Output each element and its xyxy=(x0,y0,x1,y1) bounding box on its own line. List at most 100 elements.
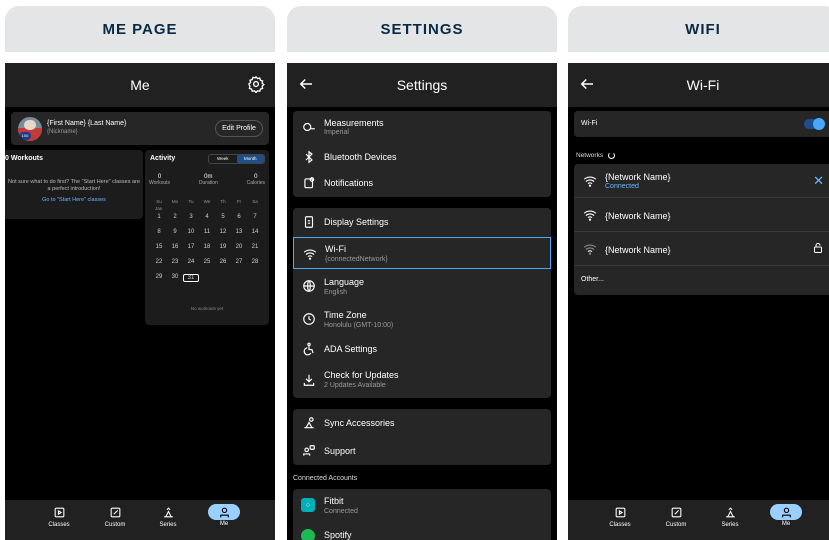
close-icon[interactable]: ✕ xyxy=(813,173,824,189)
period-toggle: Week Month xyxy=(208,154,265,164)
stat-calories: 0 Calories xyxy=(246,174,265,186)
settings-screen: Settings Measurements Imperial Bluetooth… xyxy=(287,63,557,540)
me-icon xyxy=(219,507,229,517)
display-settings-row[interactable]: Display Settings xyxy=(293,208,551,236)
back-arrow-icon[interactable] xyxy=(578,75,596,93)
nav-me[interactable]: Me xyxy=(202,504,246,527)
gear-icon[interactable] xyxy=(247,75,265,93)
bluetooth-row[interactable]: Bluetooth Devices xyxy=(293,144,551,170)
nav-classes[interactable]: Classes xyxy=(598,506,642,528)
series-icon xyxy=(725,507,735,518)
calendar-day[interactable]: 12 xyxy=(215,229,231,235)
calendar-day[interactable]: 2 xyxy=(167,214,183,220)
accessibility-icon xyxy=(303,342,314,356)
networks-label: Networks xyxy=(576,152,604,160)
back-arrow-icon[interactable] xyxy=(297,75,315,93)
calendar-day[interactable]: 8 xyxy=(151,229,167,235)
wifi-panel: WIFI Wi-Fi Wi-Fi Networks {Network Name}… xyxy=(568,0,829,540)
profile-name: {First Name} {Last Name} xyxy=(47,120,127,127)
settings-group-3: Sync Accessories Support xyxy=(293,409,551,465)
calendar-day[interactable]: 30 xyxy=(167,274,183,282)
nav-classes[interactable]: Classes xyxy=(37,506,81,528)
month-tab[interactable]: Month xyxy=(236,155,264,163)
wifi-icon xyxy=(303,249,317,260)
calendar-day[interactable]: 27 xyxy=(231,259,247,265)
calendar-day[interactable]: 4 xyxy=(199,214,215,220)
language-row[interactable]: Language English xyxy=(293,270,551,302)
nav-series[interactable]: Series xyxy=(146,506,190,528)
calendar-day[interactable]: 11 xyxy=(199,229,215,235)
weekday-label: Th xyxy=(220,199,226,204)
wifi-toggle-switch[interactable] xyxy=(804,118,825,130)
support-row[interactable]: Support xyxy=(293,437,551,465)
weekday-label: Fr xyxy=(236,199,242,204)
time-zone-row[interactable]: Time Zone Honolulu (GMT-10:00) xyxy=(293,303,551,335)
notifications-row[interactable]: Notifications xyxy=(293,170,551,196)
measurements-row[interactable]: Measurements Imperial xyxy=(293,111,551,141)
calendar-day[interactable]: 20 xyxy=(231,244,247,250)
calendar-day[interactable]: 19 xyxy=(215,244,231,250)
bluetooth-icon xyxy=(305,150,313,164)
week-tab[interactable]: Week xyxy=(209,155,237,163)
calendar-day[interactable]: 15 xyxy=(151,244,167,250)
calendar-weekdays: Su Mo Tu We Th Fr Sa xyxy=(151,199,263,204)
activity-title: Activity xyxy=(150,155,176,162)
calendar-day[interactable]: 28 xyxy=(247,259,263,265)
nav-series[interactable]: Series xyxy=(708,506,752,528)
weekday-label: Tu xyxy=(188,199,194,204)
calendar-day[interactable]: 1 xyxy=(151,214,167,220)
calendar-day[interactable]: 9 xyxy=(167,229,183,235)
calendar-day[interactable]: 31 xyxy=(183,274,199,282)
calendar-day[interactable]: 26 xyxy=(215,259,231,265)
workouts-message: Not sure what to do first? The "Start He… xyxy=(8,179,140,192)
wifi-toggle-card: Wi-Fi xyxy=(574,111,829,137)
connected-accounts: ⁘ Fitbit Connected Spotify xyxy=(293,489,551,540)
workouts-card: 0 Workouts Not sure what to do first? Th… xyxy=(5,150,143,219)
spotify-row[interactable]: Spotify xyxy=(293,523,551,540)
calendar-day[interactable]: 17 xyxy=(183,244,199,250)
calendar-day[interactable]: 29 xyxy=(151,274,167,282)
calendar-day[interactable]: 16 xyxy=(167,244,183,250)
network-row[interactable]: {Network Name} xyxy=(574,198,829,232)
network-row-connected[interactable]: {Network Name} Connected ✕ xyxy=(574,164,829,198)
network-row-locked[interactable]: {Network Name} xyxy=(574,232,829,266)
other-network-row[interactable]: Other... xyxy=(574,266,829,295)
calendar-days: 1 2 3 4 5 6 7 8 9 10 11 12 13 14 15 16 17 18 19 20 21 22 23 24 2… xyxy=(151,214,263,282)
avatar[interactable]: 100 xyxy=(18,117,42,141)
calendar-day[interactable]: 22 xyxy=(151,259,167,265)
calendar-day[interactable]: 21 xyxy=(247,244,263,250)
weekday-label: Su xyxy=(156,199,162,204)
settings-panel: SETTINGS Settings Measurements Imperial … xyxy=(287,0,557,540)
nav-me[interactable]: Me xyxy=(764,504,808,527)
calendar-day[interactable]: 13 xyxy=(231,229,247,235)
profile-nickname: {Nickname} xyxy=(47,129,78,135)
classes-icon xyxy=(54,507,64,518)
calendar-day[interactable]: 10 xyxy=(183,229,199,235)
networks-list: {Network Name} Connected ✕ {Network Name… xyxy=(574,164,829,295)
start-here-link[interactable]: Go to "Start Here" classes xyxy=(7,197,141,203)
calendar-day[interactable]: 14 xyxy=(247,229,263,235)
calendar-day[interactable]: 23 xyxy=(167,259,183,265)
edit-profile-button[interactable]: Edit Profile xyxy=(215,120,263,137)
calendar-day[interactable]: 7 xyxy=(247,214,263,220)
calendar-day[interactable]: 5 xyxy=(215,214,231,220)
fitbit-row[interactable]: ⁘ Fitbit Connected xyxy=(293,489,551,521)
calendar-day[interactable]: 24 xyxy=(183,259,199,265)
weekday-label: Sa xyxy=(252,199,258,204)
me-header: Me xyxy=(5,63,275,107)
no-workouts-text: No workouts yet xyxy=(190,306,224,311)
sync-accessories-row[interactable]: Sync Accessories xyxy=(293,409,551,437)
calendar-day[interactable]: 25 xyxy=(199,259,215,265)
nav-custom[interactable]: Custom xyxy=(654,506,698,528)
wifi-screen: Wi-Fi Wi-Fi Networks {Network Name} Conn… xyxy=(568,63,829,540)
bottom-nav: Classes Custom Series Me xyxy=(5,500,275,540)
clock-icon xyxy=(303,313,315,325)
calendar-day[interactable]: 6 xyxy=(231,214,247,220)
connected-accounts-title: Connected Accounts xyxy=(293,475,358,482)
calendar-day[interactable]: 3 xyxy=(183,214,199,220)
ada-settings-row[interactable]: ADA Settings xyxy=(293,336,551,362)
nav-custom[interactable]: Custom xyxy=(93,506,137,528)
wifi-row[interactable]: Wi-Fi {connectedNetwork} xyxy=(293,237,551,269)
check-updates-row[interactable]: Check for Updates 2 Updates Available xyxy=(293,364,551,396)
calendar-day[interactable]: 18 xyxy=(199,244,215,250)
